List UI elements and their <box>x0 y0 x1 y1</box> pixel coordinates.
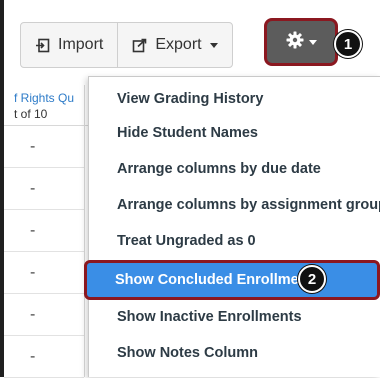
menu-item-show-concluded-enrollments[interactable]: Show Concluded Enrollments <box>84 260 380 300</box>
step-2-badge: 2 <box>298 265 326 293</box>
toolbar-button-group: Import Export <box>20 22 233 68</box>
chevron-down-icon <box>209 42 218 48</box>
grade-cell[interactable]: - <box>4 336 84 378</box>
export-label: Export <box>155 36 202 53</box>
menu-item-show-notes-column[interactable]: Show Notes Column <box>117 345 258 361</box>
menu-item-show-inactive-enrollments[interactable]: Show Inactive Enrollments <box>117 309 302 325</box>
menu-item-arrange-by-assignment-group[interactable]: Arrange columns by assignment group <box>117 197 380 213</box>
settings-dropdown-menu: View Grading History Hide Student Names … <box>88 76 380 377</box>
gear-icon <box>286 31 304 54</box>
menu-item-arrange-by-due-date[interactable]: Arrange columns by due date <box>117 161 321 177</box>
column-divider <box>84 85 85 377</box>
import-icon <box>35 38 50 53</box>
import-label: Import <box>58 36 104 53</box>
menu-item-label: Show Concluded Enrollments <box>115 272 321 288</box>
column-header-points: t of 10 <box>14 107 48 121</box>
menu-item-hide-student-names[interactable]: Hide Student Names <box>117 125 258 141</box>
column-header-title: f Rights Qu <box>14 91 75 105</box>
grade-cell[interactable]: - <box>4 252 84 294</box>
grade-cell[interactable]: - <box>4 126 84 168</box>
export-button[interactable]: Export <box>117 23 231 67</box>
grade-cell[interactable]: - <box>4 210 84 252</box>
chevron-down-icon <box>308 39 317 45</box>
step-1-badge: 1 <box>334 30 362 58</box>
import-button[interactable]: Import <box>21 23 117 67</box>
assignment-column-header[interactable]: f Rights Qu t of 10 <box>4 88 94 126</box>
export-icon <box>132 38 147 53</box>
gradebook-screen: Import Export 1 f Rights Qu t of 10 - - … <box>0 0 380 378</box>
grade-cell[interactable]: - <box>4 168 84 210</box>
menu-item-view-grading-history[interactable]: View Grading History <box>117 91 263 107</box>
menu-item-treat-ungraded-as-zero[interactable]: Treat Ungraded as 0 <box>117 233 256 249</box>
settings-menu-button[interactable] <box>264 18 338 66</box>
grade-cell[interactable]: - <box>4 294 84 336</box>
